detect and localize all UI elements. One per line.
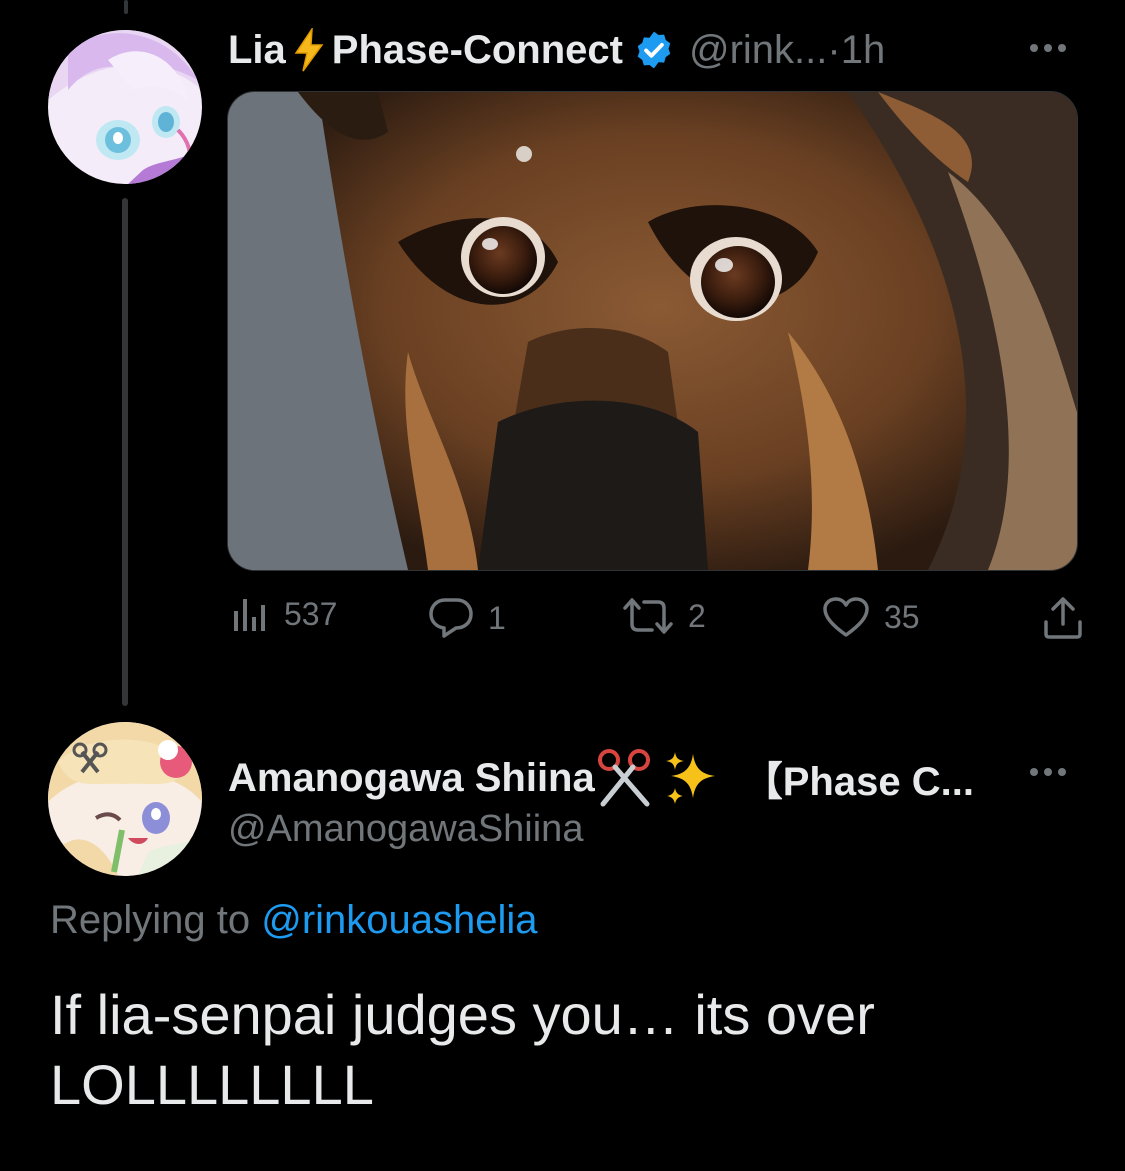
author-name[interactable]: Lia bbox=[228, 28, 286, 73]
tweet1-header: Lia Phase-Connect @rink... · 1h bbox=[228, 22, 885, 78]
views-count: 537 bbox=[284, 596, 338, 632]
author-handle[interactable]: @AmanogawaShiina bbox=[228, 808, 583, 851]
author-name[interactable]: Amanogawa Shiina bbox=[228, 756, 595, 801]
thread-connector bbox=[122, 198, 128, 706]
author-suffix[interactable]: 【Phase C... bbox=[743, 749, 974, 807]
replying-to-line: Replying to @rinkouashelia bbox=[50, 898, 538, 943]
author-handle[interactable]: @rink... bbox=[689, 28, 827, 73]
avatar-amanogawa-shiina[interactable] bbox=[48, 722, 202, 876]
reply-icon bbox=[429, 598, 473, 638]
tweet2-header: Amanogawa Shiina 【Phase C... bbox=[228, 748, 974, 808]
tweet1-actions: 537 1 2 35 bbox=[0, 596, 1125, 648]
time-separator: · bbox=[827, 27, 841, 72]
more-options-icon[interactable] bbox=[1030, 44, 1066, 52]
sparkles-icon bbox=[665, 752, 715, 804]
thread-connector-top bbox=[124, 0, 128, 14]
verified-badge-icon bbox=[637, 31, 671, 69]
more-options-icon[interactable] bbox=[1030, 768, 1066, 776]
views-button[interactable]: 537 bbox=[232, 596, 337, 633]
author-affiliation[interactable]: Phase-Connect bbox=[332, 28, 623, 73]
retweet-icon bbox=[623, 598, 673, 634]
retweet-count: 2 bbox=[688, 597, 706, 634]
like-count: 35 bbox=[884, 598, 920, 635]
analytics-icon bbox=[234, 598, 265, 631]
tweet-time[interactable]: 1h bbox=[841, 28, 886, 73]
lightning-icon bbox=[294, 28, 324, 72]
share-button[interactable] bbox=[1042, 596, 1084, 640]
tweet-text-line-1: If lia-senpai judges you… its over bbox=[50, 983, 875, 1046]
reply-button[interactable]: 1 bbox=[428, 596, 506, 640]
retweet-button[interactable]: 2 bbox=[622, 596, 706, 636]
like-button[interactable]: 35 bbox=[822, 596, 920, 638]
share-icon bbox=[1044, 597, 1082, 639]
avatar-lia[interactable] bbox=[48, 30, 202, 184]
heart-icon bbox=[823, 597, 869, 637]
tweet-body: If lia-senpai judges you… its over LOLLL… bbox=[50, 980, 1080, 1120]
replying-prefix: Replying to bbox=[50, 898, 262, 942]
tweet-media-dog-photo[interactable] bbox=[227, 91, 1078, 571]
scissors-icon bbox=[597, 749, 650, 807]
reply-count: 1 bbox=[488, 599, 506, 636]
tweet-text-line-2: LOLLLLLLLL bbox=[50, 1053, 374, 1116]
replying-mention-link[interactable]: @rinkouashelia bbox=[261, 898, 537, 942]
tweet-thread: Lia Phase-Connect @rink... · 1h 537 1 2 … bbox=[0, 0, 1125, 1171]
